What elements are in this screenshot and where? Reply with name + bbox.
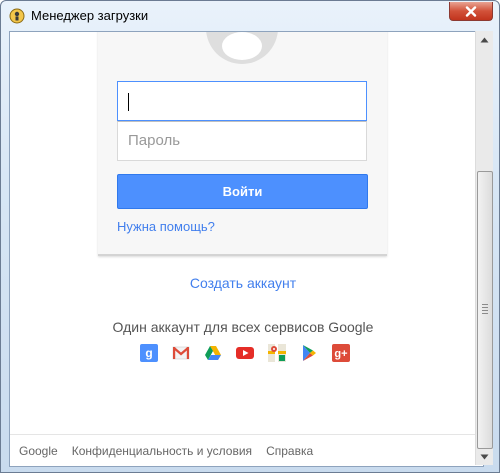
avatar-silhouette [222, 32, 262, 60]
help-link[interactable]: Нужна помощь? [117, 219, 215, 234]
play-icon[interactable] [300, 344, 318, 362]
drive-icon[interactable] [204, 344, 222, 362]
vertical-scrollbar[interactable] [475, 31, 493, 465]
youtube-icon[interactable] [236, 344, 254, 362]
google-search-icon[interactable]: g [140, 344, 158, 362]
scroll-grip [482, 304, 488, 316]
footer: Google Конфиденциальность и условия Спра… [19, 444, 313, 458]
create-account-link[interactable]: Создать аккаунт [10, 275, 476, 291]
services-row: g g+ [140, 344, 350, 362]
footer-divider [10, 434, 476, 435]
svg-text:g+: g+ [334, 348, 347, 360]
close-icon [465, 5, 477, 17]
download-manager-icon [9, 8, 25, 24]
email-input[interactable] [117, 81, 367, 121]
maps-icon[interactable] [268, 344, 286, 362]
gmail-icon[interactable] [172, 344, 190, 362]
tagline: Один аккаунт для всех сервисов Google [112, 319, 374, 335]
arrow-up-icon [480, 37, 489, 42]
svg-text:g: g [145, 346, 152, 360]
footer-privacy-link[interactable]: Конфиденциальность и условия [72, 444, 252, 458]
google-plus-icon[interactable]: g+ [332, 344, 350, 362]
close-button[interactable] [449, 2, 493, 21]
signin-card: Пароль Войти Нужна помощь? [98, 32, 387, 256]
signin-button[interactable]: Войти [117, 174, 368, 209]
window-title: Менеджер загрузки [31, 8, 149, 23]
browser-content: Пароль Войти Нужна помощь? Создать аккау… [9, 31, 484, 467]
arrow-down-icon [480, 454, 489, 459]
login-window: Менеджер загрузки Пароль Войти Нужна пом… [0, 0, 500, 473]
scroll-thumb[interactable] [477, 171, 493, 449]
footer-google-link[interactable]: Google [19, 444, 58, 458]
password-input[interactable]: Пароль [117, 121, 367, 161]
scroll-down-button[interactable] [476, 448, 493, 465]
avatar [206, 32, 278, 64]
title-bar[interactable]: Менеджер загрузки [1, 1, 499, 31]
scroll-up-button[interactable] [476, 31, 493, 48]
footer-help-link[interactable]: Справка [266, 444, 313, 458]
text-caret [128, 93, 129, 111]
